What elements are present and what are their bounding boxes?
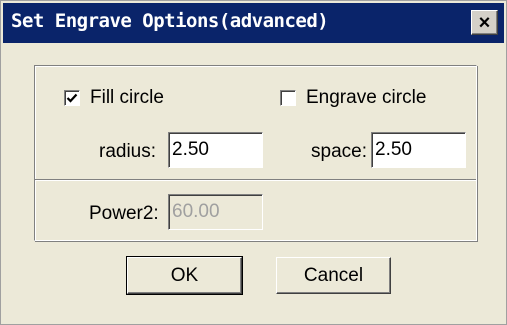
engrave-circle-option[interactable]: Engrave circle [280, 87, 426, 109]
close-icon: × [478, 11, 491, 34]
radius-label: radius: [99, 141, 157, 162]
cancel-button[interactable]: Cancel [276, 257, 391, 294]
close-button[interactable]: × [471, 10, 498, 35]
engrave-circle-label: Engrave circle [306, 87, 427, 108]
window-title: Set Engrave Options(advanced) [11, 10, 329, 32]
checkmark-icon [66, 93, 78, 103]
space-label: space: [311, 141, 367, 162]
radius-input[interactable]: 2.50 [168, 132, 263, 168]
engrave-circle-checkbox[interactable] [280, 90, 296, 106]
panel-divider [35, 179, 476, 181]
fill-circle-option[interactable]: Fill circle [64, 87, 164, 109]
title-bar[interactable]: Set Engrave Options(advanced) × [3, 3, 504, 43]
fill-circle-checkbox[interactable] [64, 90, 80, 106]
ok-button[interactable]: OK [126, 256, 243, 295]
power2-label: Power2: [89, 203, 159, 224]
space-input[interactable]: 2.50 [371, 132, 466, 168]
power2-input: 60.00 [168, 194, 263, 230]
dialog-window: Set Engrave Options(advanced) × Fill cir… [0, 0, 507, 325]
fill-circle-label: Fill circle [90, 87, 164, 108]
